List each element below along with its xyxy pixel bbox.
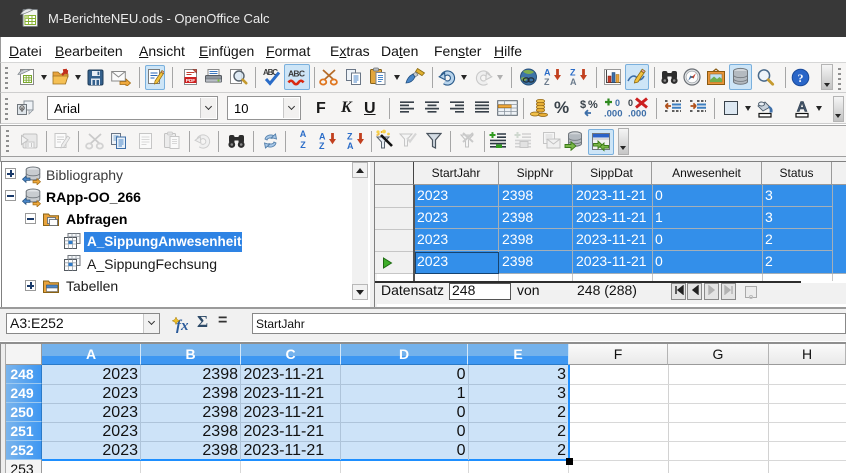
svg-text:A: A bbox=[570, 77, 577, 87]
svg-text:?: ? bbox=[798, 71, 804, 85]
svg-text:A: A bbox=[797, 99, 808, 116]
svg-text:A: A bbox=[347, 141, 354, 151]
svg-text:A: A bbox=[544, 68, 551, 78]
svg-text:Z: Z bbox=[319, 141, 325, 151]
svg-text:.000: .000 bbox=[604, 109, 623, 120]
svg-text:$: $ bbox=[580, 99, 586, 111]
svg-text:%: % bbox=[588, 99, 598, 111]
svg-text:0: 0 bbox=[615, 98, 620, 108]
svg-text:A: A bbox=[319, 132, 326, 142]
svg-text:Z: Z bbox=[544, 77, 550, 87]
svg-text:ABC: ABC bbox=[288, 69, 305, 79]
svg-text:PDF: PDF bbox=[186, 78, 195, 83]
svg-text:Z: Z bbox=[570, 68, 576, 78]
svg-text:0: 0 bbox=[628, 98, 633, 108]
svg-text:Z: Z bbox=[347, 132, 353, 142]
svg-text:.000: .000 bbox=[628, 109, 647, 120]
